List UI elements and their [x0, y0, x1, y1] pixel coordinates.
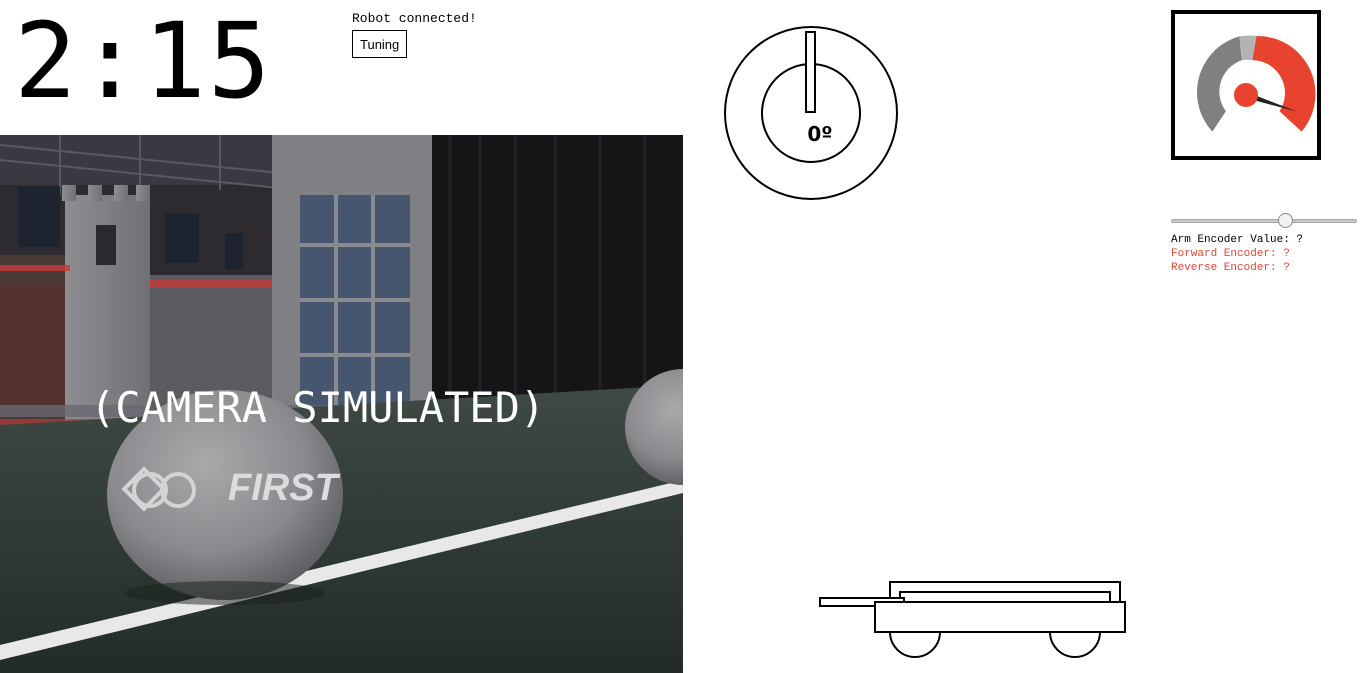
dashboard: 2:15 Robot connected! Tuning FIRST (CAME…: [0, 0, 1366, 673]
gyro-angle-readout: 0º: [807, 122, 832, 146]
tuning-button[interactable]: Tuning: [352, 30, 408, 58]
gauge-hub: [1234, 83, 1258, 107]
speed-gauge: [1171, 10, 1321, 160]
gyro-heading-needle: [805, 31, 816, 113]
camera-simulated-label: (CAMERA SIMULATED): [90, 383, 546, 432]
reverse-encoder-value: Reverse Encoder: ?: [1171, 262, 1290, 274]
robot-front-wheel: [889, 631, 941, 658]
robot-chassis: [874, 601, 1126, 633]
gauge-segment-red: [1252, 35, 1316, 132]
match-timer: 2:15: [14, 0, 273, 122]
forward-encoder-value: Forward Encoder: ?: [1171, 248, 1290, 260]
robot-side-diagram: [819, 581, 1126, 658]
robot-arm-rail: [899, 591, 1111, 603]
arm-position-slider[interactable]: [1171, 212, 1357, 230]
robot-connection-status: Robot connected!: [352, 11, 477, 26]
camera-feed: FIRST (CAMERA SIMULATED): [0, 135, 683, 673]
gauge-segment-dark: [1197, 36, 1242, 132]
gyro-indicator: 0º: [724, 26, 898, 200]
gauge-dial: [1197, 35, 1316, 132]
robot-rear-wheel: [1049, 631, 1101, 658]
arm-encoder-value: Arm Encoder Value: ?: [1171, 234, 1304, 246]
svg-text:FIRST: FIRST: [228, 467, 341, 509]
